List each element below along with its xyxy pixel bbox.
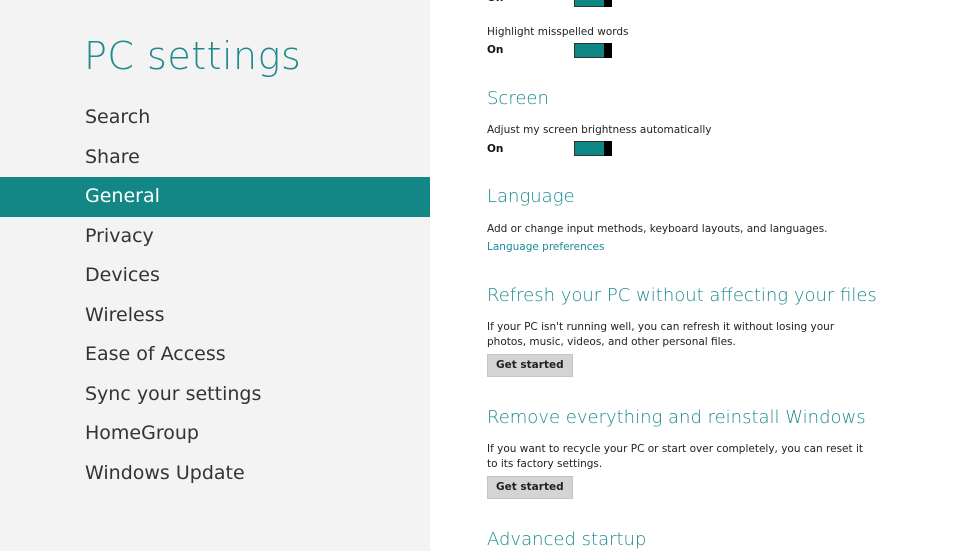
refresh-description: If your PC isn't running well, you can r…: [487, 321, 835, 348]
language-preferences-link[interactable]: Language preferences: [487, 241, 604, 253]
screen-heading: Screen: [487, 88, 549, 109]
nav-item-wireless[interactable]: Wireless: [0, 296, 430, 336]
reset-get-started-button[interactable]: Get started: [487, 476, 573, 499]
nav-item-general[interactable]: General: [0, 177, 430, 217]
nav-item-ease-of-access[interactable]: Ease of Access: [0, 335, 430, 375]
nav-item-search[interactable]: Search: [0, 98, 430, 138]
nav-item-windows-update[interactable]: Windows Update: [0, 454, 430, 494]
top-toggle-switch[interactable]: [574, 0, 612, 7]
toggle-state-top: On: [487, 0, 503, 4]
nav-list: Search Share General Privacy Devices Wir…: [0, 98, 430, 493]
nav-item-share[interactable]: Share: [0, 138, 430, 178]
highlight-misspelled-label: Highlight misspelled words: [487, 26, 629, 38]
highlight-misspelled-state: On: [487, 44, 504, 56]
advanced-startup-heading: Advanced startup: [487, 529, 647, 550]
settings-content: On Highlight misspelled words On Screen …: [430, 0, 980, 551]
reset-heading: Remove everything and reinstall Windows: [487, 407, 866, 428]
highlight-misspelled-toggle[interactable]: [574, 43, 612, 58]
language-description: Add or change input methods, keyboard la…: [487, 223, 828, 235]
brightness-label: Adjust my screen brightness automaticall…: [487, 124, 712, 136]
nav-item-homegroup[interactable]: HomeGroup: [0, 414, 430, 454]
refresh-heading: Refresh your PC without affecting your f…: [487, 285, 877, 306]
page-title: PC settings: [84, 34, 302, 78]
brightness-state: On: [487, 143, 504, 155]
navigation-pane: PC settings Search Share General Privacy…: [0, 0, 430, 551]
refresh-get-started-button[interactable]: Get started: [487, 354, 573, 377]
nav-item-devices[interactable]: Devices: [0, 256, 430, 296]
brightness-toggle[interactable]: [574, 141, 612, 156]
nav-item-privacy[interactable]: Privacy: [0, 217, 430, 257]
nav-item-sync-settings[interactable]: Sync your settings: [0, 375, 430, 415]
language-heading: Language: [487, 186, 575, 207]
reset-description: If you want to recycle your PC or start …: [487, 443, 864, 470]
